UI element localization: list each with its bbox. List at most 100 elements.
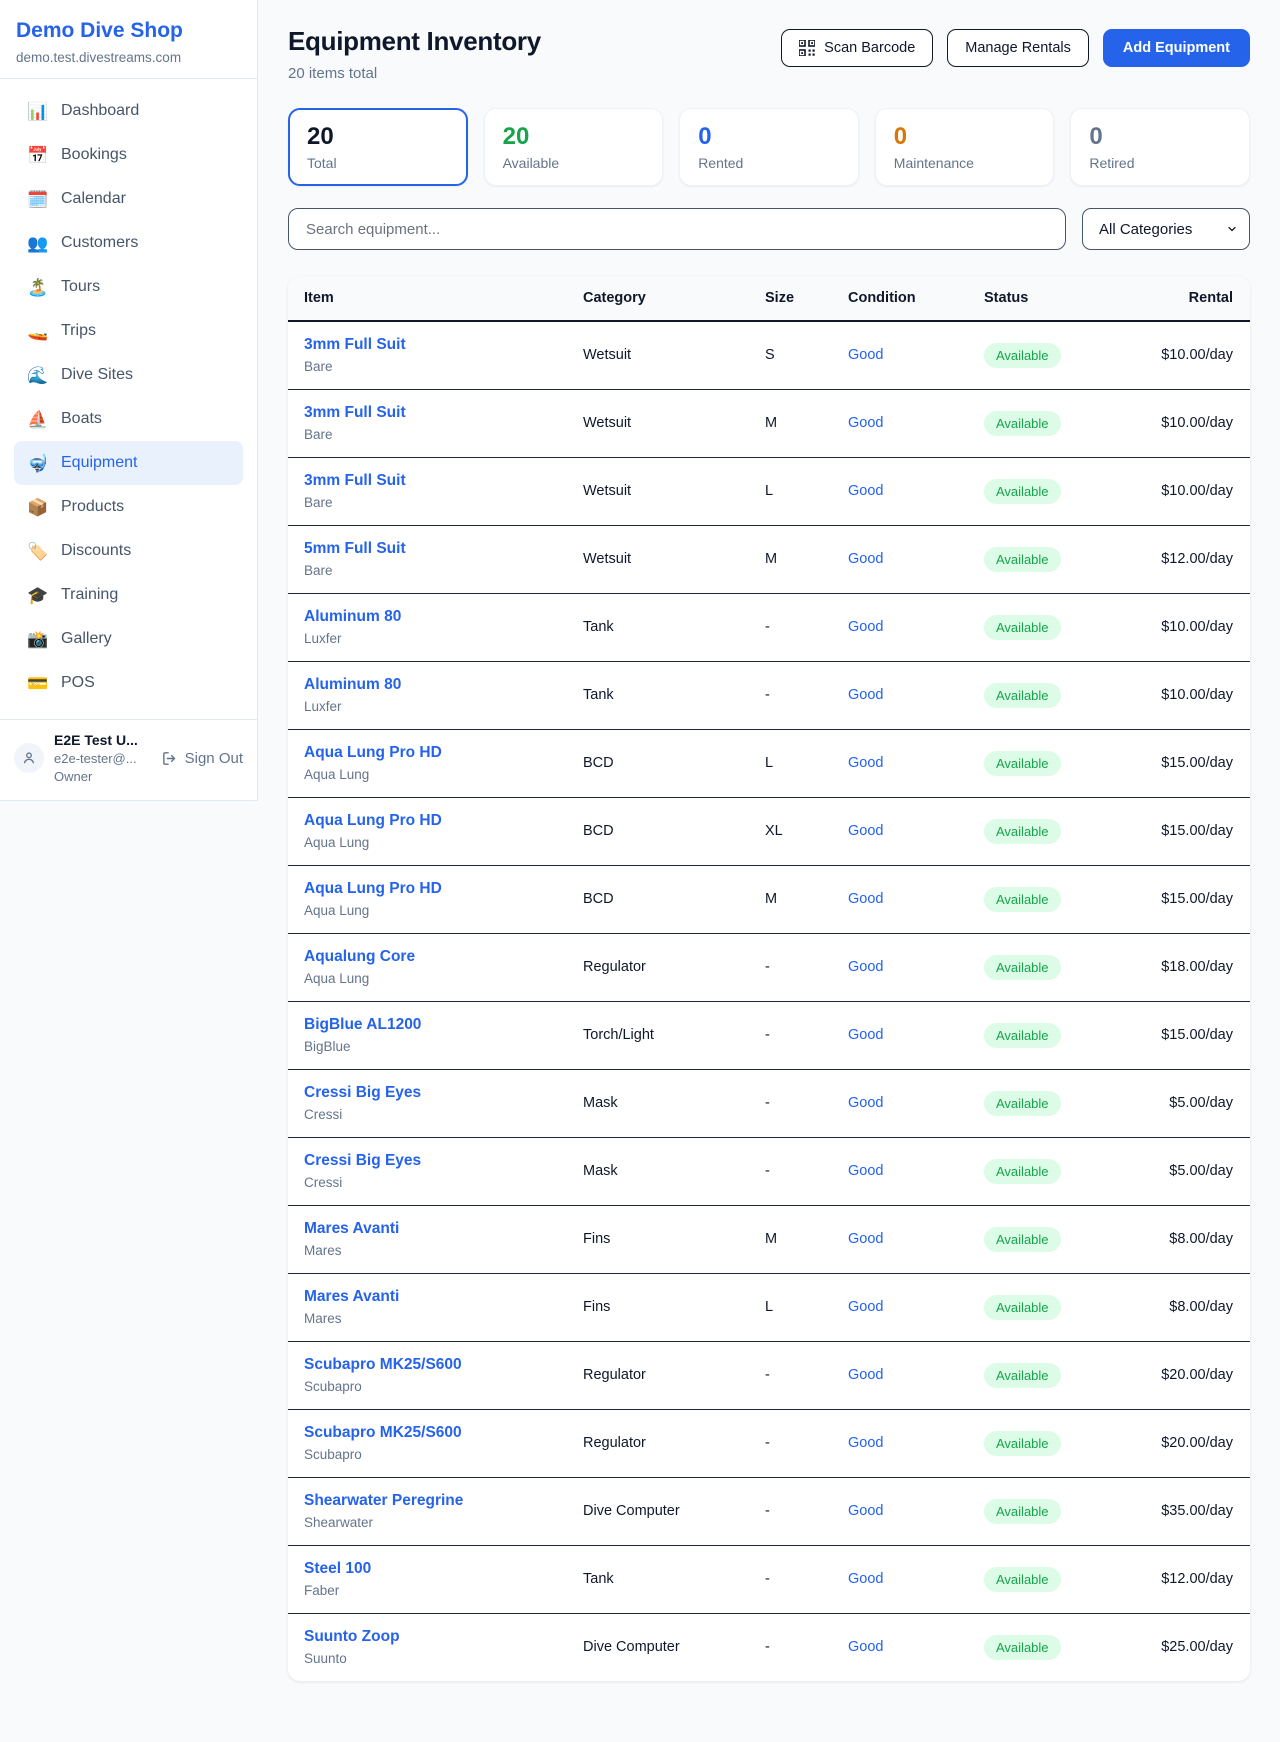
stat-value: 0	[894, 123, 1036, 151]
rental-rate-cell: $25.00/day	[1148, 1613, 1250, 1681]
condition-link[interactable]: Good	[848, 347, 883, 363]
equipment-name-link[interactable]: Aluminum 80	[304, 608, 567, 626]
condition-link[interactable]: Good	[848, 1571, 883, 1587]
condition-link[interactable]: Good	[848, 483, 883, 499]
sidebar-nav: 📊 Dashboard 📅 Bookings 🗓️ Calendar 👥 Cus…	[0, 79, 257, 705]
equipment-name-link[interactable]: Aqua Lung Pro HD	[304, 880, 567, 898]
stat-card-total[interactable]: 20 Total	[288, 108, 468, 186]
sidebar-item-training[interactable]: 🎓 Training	[14, 573, 243, 617]
shop-domain: demo.test.divestreams.com	[16, 50, 241, 65]
sign-out-button[interactable]: Sign Out	[161, 750, 243, 767]
size-cell: L	[757, 729, 840, 797]
condition-link[interactable]: Good	[848, 1095, 883, 1111]
scan-barcode-button[interactable]: Scan Barcode	[781, 29, 933, 67]
sidebar-item-equipment[interactable]: 🤿 Equipment	[14, 441, 243, 485]
category-filter-select[interactable]: All Categories	[1082, 208, 1250, 250]
stat-card-retired[interactable]: 0 Retired	[1070, 108, 1250, 186]
category-cell: Regulator	[575, 1341, 757, 1409]
condition-link[interactable]: Good	[848, 1027, 883, 1043]
condition-link[interactable]: Good	[848, 823, 883, 839]
column-header-item: Item	[288, 276, 575, 321]
status-badge: Available	[984, 1091, 1061, 1116]
condition-link[interactable]: Good	[848, 1299, 883, 1315]
equipment-name-link[interactable]: Aqua Lung Pro HD	[304, 812, 567, 830]
sidebar-item-bookings[interactable]: 📅 Bookings	[14, 133, 243, 177]
equipment-name-link[interactable]: Shearwater Peregrine	[304, 1492, 567, 1510]
equipment-name-link[interactable]: Mares Avanti	[304, 1288, 567, 1306]
manage-rentals-button[interactable]: Manage Rentals	[947, 29, 1089, 67]
sidebar-item-label: Customers	[61, 234, 138, 252]
stat-card-maintenance[interactable]: 0 Maintenance	[875, 108, 1055, 186]
condition-link[interactable]: Good	[848, 755, 883, 771]
rental-rate-cell: $10.00/day	[1148, 593, 1250, 661]
sidebar-item-dashboard[interactable]: 📊 Dashboard	[14, 89, 243, 133]
equipment-name-link[interactable]: Scubapro MK25/S600	[304, 1356, 567, 1374]
status-badge: Available	[984, 1227, 1061, 1252]
equipment-brand: Shearwater	[304, 1515, 567, 1530]
stat-label: Available	[503, 155, 645, 171]
equipment-name-link[interactable]: Suunto Zoop	[304, 1628, 567, 1646]
equipment-name-link[interactable]: 3mm Full Suit	[304, 472, 567, 490]
condition-link[interactable]: Good	[848, 1367, 883, 1383]
equipment-name-link[interactable]: 3mm Full Suit	[304, 336, 567, 354]
category-filter-value: All Categories	[1099, 221, 1192, 238]
stat-card-rented[interactable]: 0 Rented	[679, 108, 859, 186]
condition-link[interactable]: Good	[848, 1231, 883, 1247]
category-cell: Wetsuit	[575, 389, 757, 457]
condition-link[interactable]: Good	[848, 1503, 883, 1519]
equipment-brand: Luxfer	[304, 631, 567, 646]
sidebar-item-pos[interactable]: 💳 POS	[14, 661, 243, 705]
status-badge: Available	[984, 1431, 1061, 1456]
condition-link[interactable]: Good	[848, 415, 883, 431]
sidebar-item-label: Gallery	[61, 630, 112, 648]
add-equipment-button[interactable]: Add Equipment	[1103, 29, 1250, 67]
sidebar-item-customers[interactable]: 👥 Customers	[14, 221, 243, 265]
sidebar-item-boats[interactable]: ⛵ Boats	[14, 397, 243, 441]
condition-link[interactable]: Good	[848, 619, 883, 635]
sidebar-item-products[interactable]: 📦 Products	[14, 485, 243, 529]
sign-out-icon	[161, 750, 178, 767]
condition-link[interactable]: Good	[848, 959, 883, 975]
sidebar-item-label: POS	[61, 674, 95, 692]
sailboat-icon: ⛵	[27, 411, 47, 428]
condition-link[interactable]: Good	[848, 551, 883, 567]
condition-link[interactable]: Good	[848, 1639, 883, 1655]
sidebar-item-discounts[interactable]: 🏷️ Discounts	[14, 529, 243, 573]
equipment-name-link[interactable]: BigBlue AL1200	[304, 1016, 567, 1034]
equipment-name-link[interactable]: 5mm Full Suit	[304, 540, 567, 558]
stat-card-available[interactable]: 20 Available	[484, 108, 664, 186]
sidebar-item-label: Training	[61, 586, 118, 604]
equipment-brand: Mares	[304, 1243, 567, 1258]
condition-link[interactable]: Good	[848, 687, 883, 703]
equipment-name-link[interactable]: Steel 100	[304, 1560, 567, 1578]
rental-rate-cell: $12.00/day	[1148, 525, 1250, 593]
sidebar-item-trips[interactable]: 🚤 Trips	[14, 309, 243, 353]
size-cell: -	[757, 661, 840, 729]
search-input[interactable]	[288, 208, 1066, 250]
shop-name: Demo Dive Shop	[16, 19, 241, 43]
equipment-name-link[interactable]: Cressi Big Eyes	[304, 1152, 567, 1170]
table-row: Aluminum 80 Luxfer Tank - Good Available…	[288, 593, 1250, 661]
equipment-name-link[interactable]: Aqua Lung Pro HD	[304, 744, 567, 762]
category-cell: Mask	[575, 1137, 757, 1205]
condition-link[interactable]: Good	[848, 1163, 883, 1179]
equipment-brand: Luxfer	[304, 699, 567, 714]
status-badge: Available	[984, 751, 1061, 776]
sidebar-item-calendar[interactable]: 🗓️ Calendar	[14, 177, 243, 221]
equipment-name-link[interactable]: Cressi Big Eyes	[304, 1084, 567, 1102]
condition-link[interactable]: Good	[848, 1435, 883, 1451]
status-badge: Available	[984, 1295, 1061, 1320]
equipment-name-link[interactable]: 3mm Full Suit	[304, 404, 567, 422]
equipment-name-link[interactable]: Mares Avanti	[304, 1220, 567, 1238]
sidebar-item-tours[interactable]: 🏝️ Tours	[14, 265, 243, 309]
sidebar-item-gallery[interactable]: 📸 Gallery	[14, 617, 243, 661]
equipment-name-link[interactable]: Aluminum 80	[304, 676, 567, 694]
category-cell: Wetsuit	[575, 525, 757, 593]
category-cell: Regulator	[575, 1409, 757, 1477]
rental-rate-cell: $15.00/day	[1148, 865, 1250, 933]
category-cell: BCD	[575, 865, 757, 933]
condition-link[interactable]: Good	[848, 891, 883, 907]
equipment-name-link[interactable]: Scubapro MK25/S600	[304, 1424, 567, 1442]
sidebar-item-dive-sites[interactable]: 🌊 Dive Sites	[14, 353, 243, 397]
equipment-name-link[interactable]: Aqualung Core	[304, 948, 567, 966]
